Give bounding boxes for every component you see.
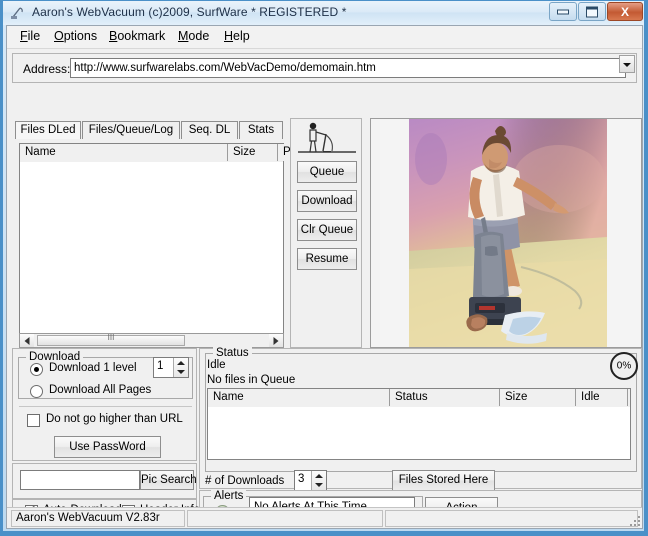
download-button[interactable]: Download: [297, 190, 357, 212]
label-download-all-pages: Download All Pages: [49, 384, 152, 396]
image-preview-panel[interactable]: [370, 118, 642, 348]
tab-stats[interactable]: Stats: [239, 121, 283, 139]
checkbox-no-higher-than-url[interactable]: [27, 414, 40, 427]
menu-file[interactable]: File: [15, 29, 45, 43]
action-button-panel: Queue Download Clr Queue Resume: [290, 118, 362, 348]
maximize-icon: [586, 6, 598, 17]
title-bar: Aaron's WebVacuum (c)2009, SurfWare * RE…: [3, 1, 644, 25]
queue-column-idle[interactable]: Idle: [576, 389, 628, 406]
queue-column-size[interactable]: Size: [500, 389, 576, 406]
downloads-count-value: 3: [298, 473, 305, 485]
files-list-horizontal-scrollbar[interactable]: [19, 333, 284, 348]
files-list-body[interactable]: [20, 162, 283, 318]
menu-mode[interactable]: Mode: [173, 29, 214, 43]
pic-search-button[interactable]: Pic Search: [140, 470, 197, 490]
tab-seq-dl[interactable]: Seq. DL: [181, 121, 238, 139]
resume-button[interactable]: Resume: [297, 248, 357, 270]
tab-files-queue-log[interactable]: Files/Queue/Log: [82, 121, 180, 139]
menu-help[interactable]: Help: [219, 29, 255, 43]
address-dropdown-button[interactable]: [619, 55, 635, 73]
address-bar: Address:: [12, 53, 637, 83]
progress-indicator: 0%: [610, 352, 638, 380]
pic-search-input[interactable]: [20, 470, 140, 490]
downloads-stepper-down-icon[interactable]: [312, 481, 326, 490]
queue-list-header: Name Status Size Idle: [208, 389, 630, 408]
status-group-title: Status: [213, 347, 252, 359]
minimize-button[interactable]: [549, 2, 577, 21]
resize-grip-icon[interactable]: [627, 513, 640, 526]
downloads-count-stepper[interactable]: 3: [294, 470, 327, 491]
status-state-text: Idle: [207, 359, 226, 371]
stepper-up-icon[interactable]: [174, 358, 188, 367]
downloads-stepper-up-icon[interactable]: [312, 471, 326, 480]
progress-percent-label: 0%: [616, 360, 632, 372]
panel-divider: [19, 406, 192, 407]
radio-download-1-level[interactable]: [30, 363, 43, 376]
queue-button[interactable]: Queue: [297, 161, 357, 183]
alerts-group-title: Alerts: [211, 490, 247, 502]
label-download-1-level: Download 1 level: [49, 362, 137, 374]
downloads-stepper-buttons[interactable]: [311, 471, 326, 490]
files-column-name[interactable]: Name: [20, 144, 228, 161]
use-password-button[interactable]: Use PassWord: [54, 436, 161, 458]
downloads-count-label: # of Downloads: [205, 475, 285, 487]
queue-list[interactable]: Name Status Size Idle: [207, 388, 631, 460]
statusbar-pane-2: [187, 510, 383, 527]
menu-options[interactable]: Options: [49, 29, 102, 43]
menu-bookmark[interactable]: Bookmark: [104, 29, 170, 43]
minimize-icon: [557, 9, 569, 15]
pic-search-panel: Pic Search: [12, 463, 197, 499]
scrollbar-thumb[interactable]: [37, 335, 185, 346]
files-list-header: Name Size Pa: [20, 144, 308, 163]
queue-list-body[interactable]: [208, 407, 630, 459]
download-level-stepper[interactable]: 1: [153, 357, 189, 378]
download-level-value: 1: [157, 360, 164, 372]
files-column-size[interactable]: Size: [228, 144, 278, 161]
tab-files-dled[interactable]: Files DLed: [15, 121, 81, 139]
files-downloaded-list[interactable]: Name Size Pa: [19, 143, 308, 335]
status-queue-text: No files in Queue: [207, 374, 296, 386]
window-title: Aaron's WebVacuum (c)2009, SurfWare * RE…: [32, 5, 347, 19]
menu-bar: File Options Bookmark Mode Help: [7, 26, 642, 49]
statusbar-pane-version: Aaron's WebVacuum V2.83r: [11, 510, 185, 527]
scroll-right-arrow-icon[interactable]: [269, 334, 283, 347]
address-input[interactable]: [70, 58, 626, 78]
maximize-button[interactable]: [578, 2, 606, 21]
queue-column-status[interactable]: Status: [390, 389, 500, 406]
radio-download-all-pages[interactable]: [30, 385, 43, 398]
application-window: Aaron's WebVacuum (c)2009, SurfWare * RE…: [0, 0, 648, 536]
vacuum-cleaning-person-icon: [296, 121, 358, 157]
queue-column-name[interactable]: Name: [208, 389, 390, 406]
stepper-down-icon[interactable]: [174, 368, 188, 377]
preview-image: [409, 119, 607, 347]
stepper-buttons[interactable]: [173, 358, 188, 377]
scroll-left-arrow-icon[interactable]: [20, 334, 34, 347]
close-button[interactable]: X: [607, 2, 643, 21]
vacuum-app-icon: [10, 5, 26, 21]
client-area: File Options Bookmark Mode Help Address:…: [6, 25, 643, 529]
address-label: Address:: [23, 62, 71, 76]
status-bar: Aaron's WebVacuum V2.83r: [7, 507, 642, 528]
clear-queue-button[interactable]: Clr Queue: [297, 219, 357, 241]
statusbar-pane-3: [385, 510, 638, 527]
close-icon: X: [620, 4, 629, 19]
label-no-higher-than-url: Do not go higher than URL: [46, 413, 183, 425]
files-stored-here-button[interactable]: Files Stored Here: [392, 470, 495, 491]
